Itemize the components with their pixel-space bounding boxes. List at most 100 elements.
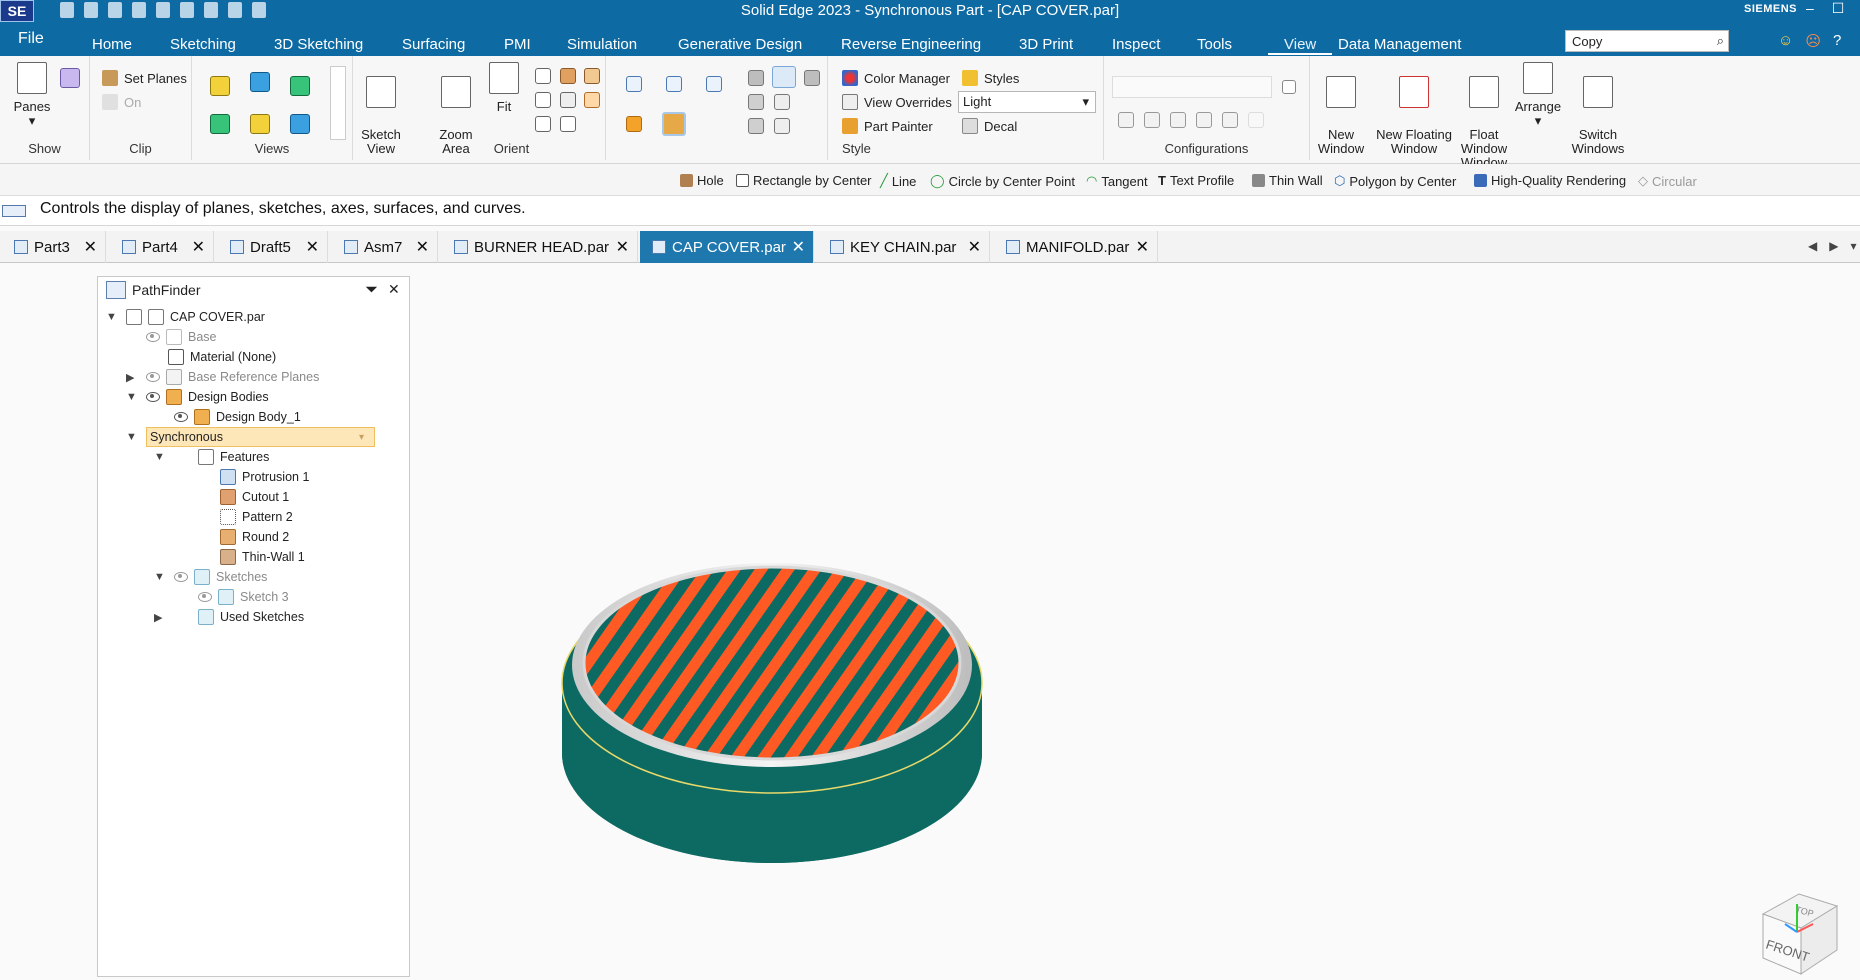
tab-scroll-right-icon[interactable]: ▶ [1829,239,1838,253]
menu-simulation[interactable]: Simulation [567,36,637,53]
switch-windows-button[interactable]: Switch Windows [1560,62,1636,156]
tree-cutout-1[interactable]: Cutout 1 [220,487,289,507]
config-icon-1[interactable] [1118,112,1134,128]
roll-icon[interactable] [584,92,600,108]
tree-used-sketches[interactable]: Used Sketches [198,607,304,627]
tree-pattern-2[interactable]: Pattern 2 [220,507,293,527]
tree-synchronous[interactable]: Synchronous ▾ [146,427,375,447]
cmd-rectangle-by-center[interactable]: Rectangle by Center [736,173,872,188]
silhouette-icon[interactable] [748,94,764,110]
collapse-sketches-icon[interactable]: ▼ [154,571,165,583]
tree-protrusion-1[interactable]: Protrusion 1 [220,467,309,487]
sketch-display-icon[interactable] [772,66,796,88]
tab-asm7[interactable]: Asm7 ✕ [332,231,438,263]
config-icon-2[interactable] [1144,112,1160,128]
view-overrides-icon[interactable] [774,94,790,110]
sketch-view-button[interactable]: Sketch View [357,62,405,156]
menu-3d-print[interactable]: 3D Print [1019,36,1073,53]
cmd-high-quality-rendering[interactable]: High-Quality Rendering [1474,173,1626,188]
styles-button[interactable]: Styles [962,70,1019,86]
view-left-icon[interactable] [210,114,230,134]
shaded-icon[interactable] [626,116,642,132]
config-icon-5[interactable] [1222,112,1238,128]
expand-ref-planes-icon[interactable]: ▶ [126,371,134,384]
tree-design-body-1[interactable]: Design Body_1 [174,407,301,427]
collapse-features-icon[interactable]: ▼ [154,451,165,463]
look-at-face-icon[interactable] [560,92,576,108]
configuration-select[interactable] [1112,76,1272,98]
rotate-icon[interactable] [560,68,576,84]
close-icon[interactable]: ✕ [192,237,205,257]
maximize-button[interactable]: ☐ [1832,0,1845,17]
cmd-thin-wall[interactable]: Thin Wall [1252,173,1323,188]
config-icon-3[interactable] [1170,112,1186,128]
view-bottom-icon[interactable] [290,114,310,134]
smile-feedback-icon[interactable]: ☺ [1778,32,1793,50]
eye-hidden-icon[interactable] [146,332,160,342]
tab-part4[interactable]: Part4 ✕ [110,231,214,263]
fit-button[interactable]: Fit [480,62,528,114]
pan-icon[interactable] [535,92,551,108]
collapse-root-icon[interactable]: ▼ [106,311,117,323]
view-right-icon[interactable] [290,76,310,96]
hidden-edges-icon[interactable] [706,76,722,92]
new-floating-window-button[interactable]: New Floating Window [1370,62,1458,156]
menu-3d-sketching[interactable]: 3D Sketching [274,36,363,53]
collapse-design-bodies-icon[interactable]: ▼ [126,391,137,403]
next-view-icon[interactable] [560,116,576,132]
tree-root[interactable]: CAP COVER.par [126,307,265,327]
menu-data-management[interactable]: Data Management [1338,36,1461,53]
tree-sketches[interactable]: Sketches [174,567,267,587]
tab-key-chain[interactable]: KEY CHAIN.par ✕ [818,231,990,263]
tree-design-bodies[interactable]: Design Bodies [146,387,269,407]
cmd-circle-by-center-point[interactable]: ◯ Circle by Center Point [930,173,1075,189]
close-icon[interactable]: ✕ [616,237,629,257]
tab-scroll-left-icon[interactable]: ◀ [1808,239,1817,253]
close-icon[interactable]: ✕ [306,237,319,257]
synchronous-menu-icon[interactable]: ▾ [359,432,364,443]
tree-features[interactable]: Features [198,447,269,467]
eye-visible-icon[interactable] [174,412,188,422]
help-icon[interactable]: ? [1833,32,1841,50]
menu-inspect[interactable]: Inspect [1112,36,1160,53]
cmd-hole[interactable]: Hole [680,173,724,188]
decal-button[interactable]: Decal [962,118,1017,134]
menu-reverse-engineering[interactable]: Reverse Engineering [841,36,981,53]
cmd-tangent[interactable]: ◠ Tangent [1086,173,1148,189]
previous-view-icon[interactable] [535,116,551,132]
view-overrides-select[interactable]: Light ▾ [958,91,1096,113]
set-planes-button[interactable]: Set Planes [102,70,187,86]
tree-round-2[interactable]: Round 2 [220,527,289,547]
part-painter-button[interactable]: Part Painter [842,118,933,134]
tree-material[interactable]: Material (None) [168,347,276,367]
menu-view[interactable]: View [1268,36,1333,55]
show-toggle-icon[interactable] [60,68,80,88]
search-icon[interactable]: ⌕ [1717,33,1724,49]
cmd-line[interactable]: ╱ Line [880,173,916,189]
wireframe-icon[interactable] [626,76,642,92]
save-configuration-icon[interactable] [1282,80,1296,94]
zoom-icon[interactable] [535,68,551,84]
menu-pmi[interactable]: PMI [504,36,531,53]
perspective-icon[interactable] [748,118,764,134]
menu-sketching[interactable]: Sketching [170,36,236,53]
pathfinder-options-icon[interactable]: ⏷ [366,281,377,298]
view-overrides-button[interactable]: View Overrides [842,94,952,110]
close-icon[interactable]: ✕ [84,237,97,257]
eye-visible-icon[interactable] [146,392,160,402]
menu-generative-design[interactable]: Generative Design [678,36,802,53]
close-icon[interactable]: ✕ [968,237,981,257]
expand-used-sketches-icon[interactable]: ▶ [154,611,162,624]
close-icon[interactable]: ✕ [1136,237,1149,257]
menu-tools[interactable]: Tools [1197,36,1232,53]
eye-hidden-icon[interactable] [146,372,160,382]
clip-display-icon[interactable] [774,118,790,134]
floor-reflection-icon[interactable] [804,70,820,86]
close-icon[interactable]: ✕ [416,237,429,257]
tab-draft5[interactable]: Draft5 ✕ [218,231,328,263]
eye-hidden-icon[interactable] [198,592,212,602]
tab-manifold[interactable]: MANIFOLD.par ✕ [994,231,1158,263]
menu-file[interactable]: File [18,30,44,48]
graphics-window[interactable] [410,263,1860,977]
cmd-text-profile[interactable]: T Text Profile [1158,173,1234,188]
